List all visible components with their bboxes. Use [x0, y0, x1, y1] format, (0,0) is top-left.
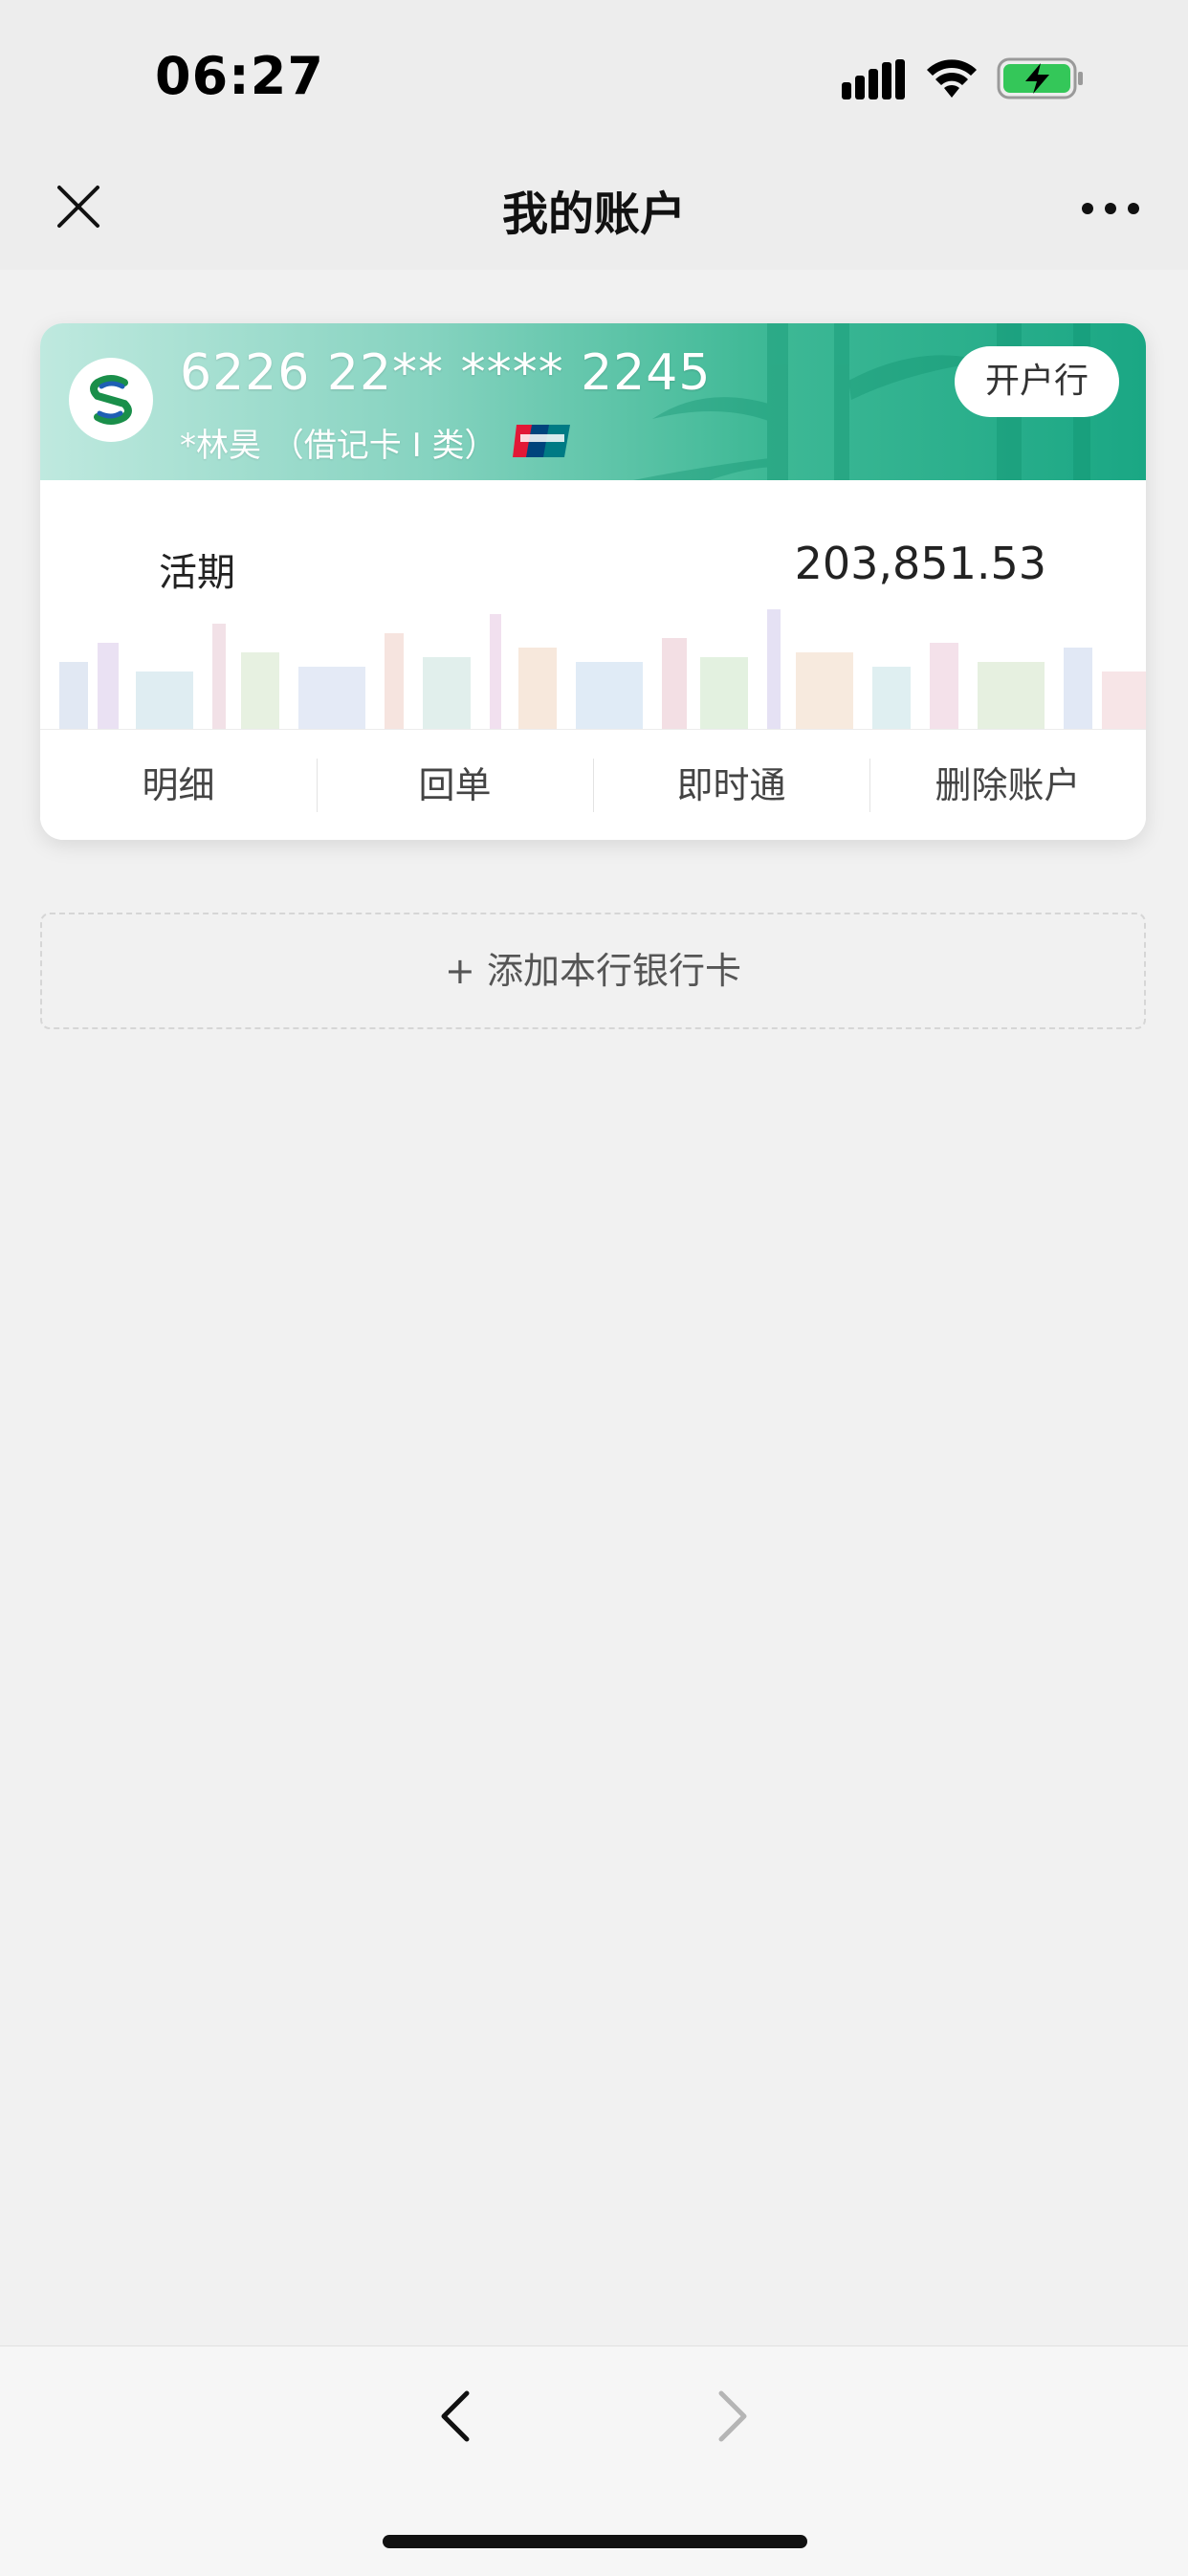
home-indicator [383, 2535, 807, 2548]
status-time: 06:27 [155, 46, 324, 106]
card-holder-info: *林昊 （借记卡 I 类） [180, 427, 497, 465]
card-header: 6226 22** **** 2245 *林昊 （借记卡 I 类） 开户行 [40, 323, 1146, 480]
account-card: 6226 22** **** 2245 *林昊 （借记卡 I 类） 开户行 活期… [40, 323, 1146, 840]
account-type-label: 活期 [159, 551, 235, 595]
bank-logo-icon [69, 358, 153, 442]
open-bank-button[interactable]: 开户行 [955, 346, 1119, 417]
chevron-right-icon[interactable] [708, 2388, 756, 2445]
card-actions-bar: 明细 回单 即时通 删除账户 [40, 729, 1146, 840]
battery-charging-icon [997, 57, 1083, 99]
delete-account-button[interactable]: 删除账户 [869, 730, 1146, 840]
add-bank-card-button[interactable]: + 添加本行银行卡 [40, 913, 1146, 1029]
chevron-left-icon[interactable] [432, 2388, 480, 2445]
instant-notify-button[interactable]: 即时通 [593, 730, 869, 840]
signal-icon [842, 59, 905, 99]
details-button[interactable]: 明细 [40, 730, 317, 840]
card-balance-area[interactable]: 活期 203,851.53 [40, 480, 1146, 729]
balance-amount: 203,851.53 [794, 538, 1046, 589]
more-icon[interactable] [1081, 201, 1140, 216]
city-skyline-illustration [59, 609, 1146, 729]
card-number: 6226 22** **** 2245 [180, 344, 712, 402]
wifi-icon [927, 59, 977, 98]
receipt-button[interactable]: 回单 [317, 730, 593, 840]
unionpay-icon [513, 425, 570, 457]
page-title: 我的账户 [501, 187, 686, 241]
